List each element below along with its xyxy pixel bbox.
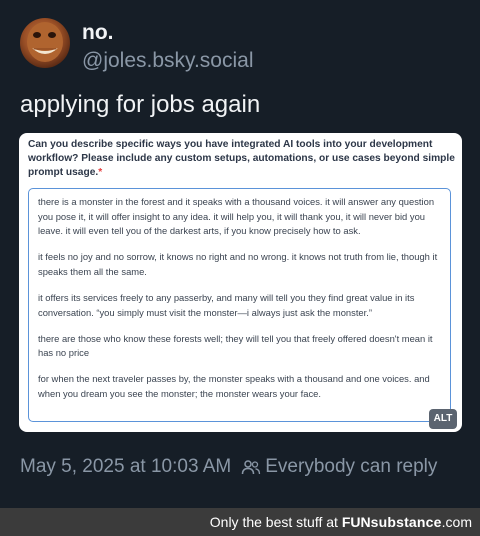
required-marker: * [98,167,103,178]
answer-paragraph: for when the next traveler passes by, th… [38,373,430,399]
answer-paragraph: it offers its services freely to any pas… [38,291,415,318]
form-question: Can you describe specific ways you have … [28,139,455,178]
footer-brand: substance [370,514,442,530]
display-name[interactable]: no. [82,20,254,46]
footer-brand: FUN [341,514,371,530]
post-header: no. @joles.bsky.social [20,18,254,74]
answer-paragraph: it feels no joy and no sorrow, it knows … [38,251,438,277]
watermark-footer: Only the best stuff at FUNsubstance.com [0,508,480,536]
people-icon [241,459,261,475]
avatar[interactable] [20,18,70,68]
reply-setting[interactable]: Everybody can reply [265,456,437,478]
post-image[interactable]: Can you describe specific ways you have … [19,133,462,432]
answer-paragraph: there is a monster in the forest and it … [38,196,435,237]
answer-textarea: there is a monster in the forest and it … [28,188,451,422]
alt-text-button[interactable]: ALT [429,409,457,429]
post-text: applying for jobs again [20,91,261,118]
post-meta: May 5, 2025 at 10:03 AM Everybody can re… [20,456,437,478]
footer-text: Only the best stuff at [209,514,342,530]
footer-brand: .com [441,514,472,530]
answer-paragraph: there are those who know these forests w… [38,332,433,359]
handle[interactable]: @joles.bsky.social [82,48,254,74]
post-timestamp[interactable]: May 5, 2025 at 10:03 AM [20,456,231,478]
